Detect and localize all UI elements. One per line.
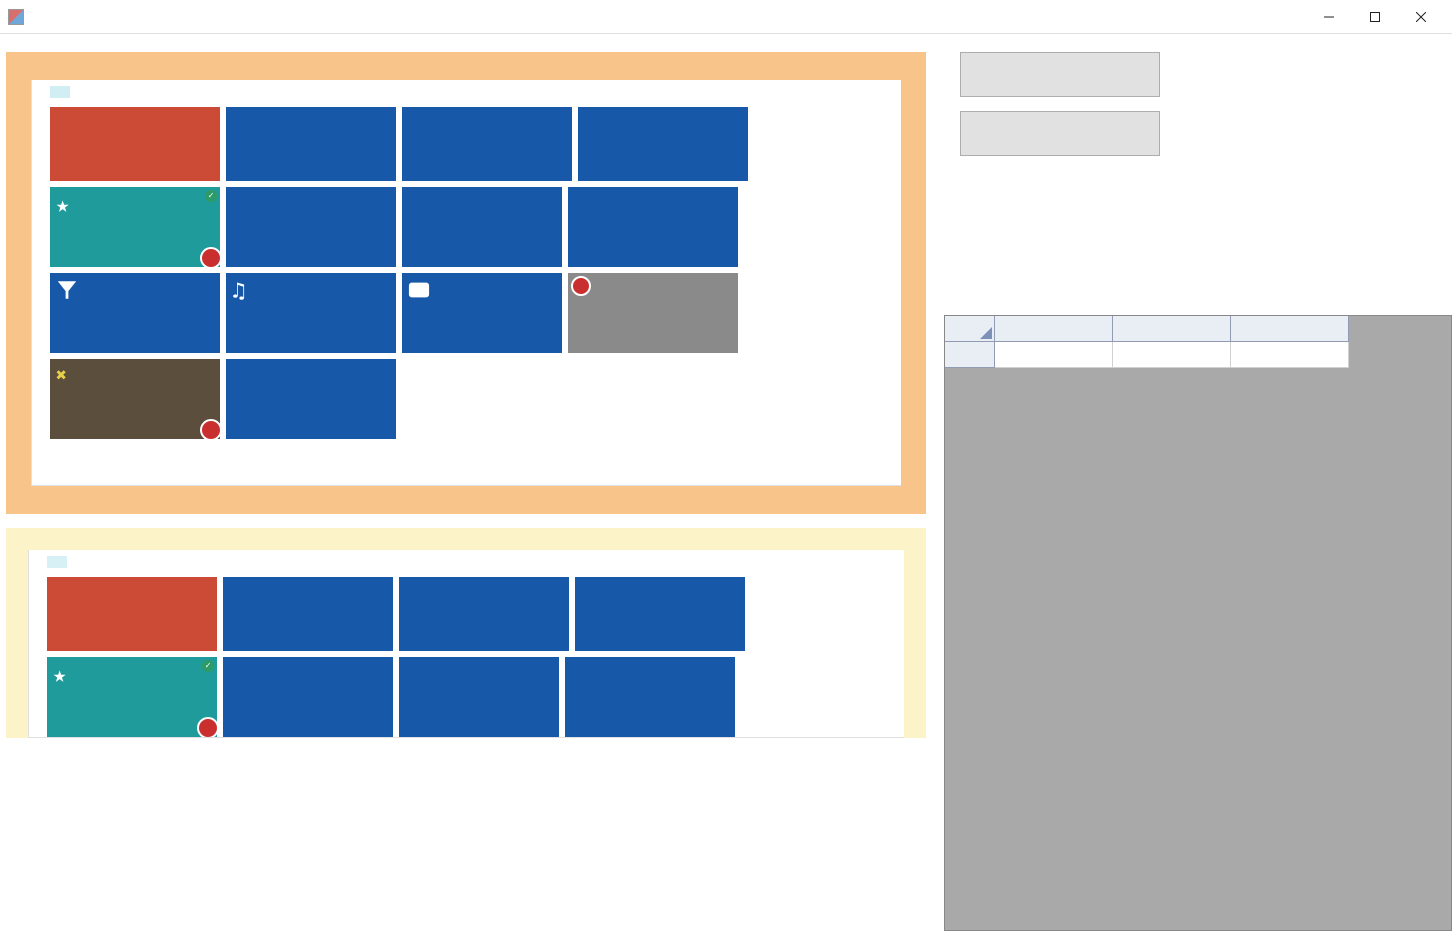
slide-panel-1-button[interactable] bbox=[960, 52, 1160, 97]
monitor-panel-outer: ★ ✓ bbox=[6, 52, 926, 514]
tile-cell2[interactable] bbox=[226, 107, 396, 181]
tile-cell2[interactable] bbox=[223, 577, 393, 651]
grid-cell[interactable] bbox=[995, 342, 1113, 368]
badge-99 bbox=[197, 717, 217, 737]
tile-item4[interactable]: ♫ bbox=[226, 273, 396, 353]
grid-cell[interactable] bbox=[1113, 342, 1231, 368]
grid-corner[interactable] bbox=[945, 316, 995, 342]
app-icon bbox=[8, 9, 24, 25]
tile-cell4[interactable] bbox=[575, 577, 745, 651]
grid-row-header[interactable] bbox=[945, 342, 995, 368]
monitor-panel: ★ ✓ bbox=[31, 80, 901, 486]
tile-cell5[interactable]: ★ ✓ bbox=[47, 657, 217, 737]
right-pane bbox=[944, 34, 1452, 949]
check-icon: ✓ bbox=[204, 189, 218, 203]
grid-new-row[interactable] bbox=[945, 342, 1451, 368]
data-grid[interactable] bbox=[944, 315, 1452, 931]
tile-item11[interactable] bbox=[402, 273, 562, 353]
glass-icon bbox=[56, 279, 78, 307]
check-icon: ✓ bbox=[201, 659, 215, 673]
tile-cell3[interactable] bbox=[402, 107, 572, 181]
tile-container[interactable] bbox=[226, 359, 396, 439]
left-pane: ★ ✓ bbox=[0, 34, 944, 949]
grid-header-col2[interactable] bbox=[1113, 316, 1231, 342]
tile-cell5[interactable]: ★ ✓ bbox=[50, 187, 220, 267]
grid-body-empty bbox=[945, 368, 1451, 930]
grid-header-row bbox=[945, 316, 1451, 342]
tile-cell8[interactable] bbox=[568, 187, 738, 267]
window-titlebar bbox=[0, 0, 1452, 34]
slide-panel-2-button[interactable] bbox=[960, 111, 1160, 156]
tile-cell6[interactable] bbox=[226, 187, 396, 267]
grid-header-col1[interactable] bbox=[995, 316, 1113, 342]
message-panel: ★ ✓ bbox=[28, 550, 904, 738]
ban-icon bbox=[571, 276, 591, 296]
grid-cell[interactable] bbox=[1231, 342, 1349, 368]
tile-item12[interactable] bbox=[568, 273, 738, 353]
star-icon: ★ bbox=[53, 663, 66, 688]
tile-cell8[interactable] bbox=[565, 657, 735, 737]
message-panel-title bbox=[47, 556, 67, 568]
star-icon: ★ bbox=[56, 193, 69, 218]
offline-badge bbox=[200, 419, 220, 439]
tile-cell7[interactable] bbox=[402, 187, 562, 267]
envelope-icon bbox=[408, 279, 430, 307]
tile-cell1[interactable] bbox=[50, 107, 220, 181]
tile-cell3[interactable] bbox=[399, 577, 569, 651]
tile-offline[interactable]: ✖ bbox=[50, 359, 220, 439]
grid-header-col3[interactable] bbox=[1231, 316, 1349, 342]
close-button[interactable] bbox=[1398, 2, 1444, 32]
music-icon: ♫ bbox=[232, 279, 245, 304]
tile-cell1[interactable] bbox=[47, 577, 217, 651]
badge-99 bbox=[200, 247, 220, 267]
maximize-button[interactable] bbox=[1352, 2, 1398, 32]
tile-item3[interactable] bbox=[50, 273, 220, 353]
tile-cell4[interactable] bbox=[578, 107, 748, 181]
tile-cell6[interactable] bbox=[223, 657, 393, 737]
x-icon: ✖ bbox=[56, 365, 67, 386]
message-panel-outer: ★ ✓ bbox=[6, 528, 926, 738]
minimize-button[interactable] bbox=[1306, 2, 1352, 32]
tile-cell7[interactable] bbox=[399, 657, 559, 737]
monitor-panel-title bbox=[50, 86, 70, 98]
